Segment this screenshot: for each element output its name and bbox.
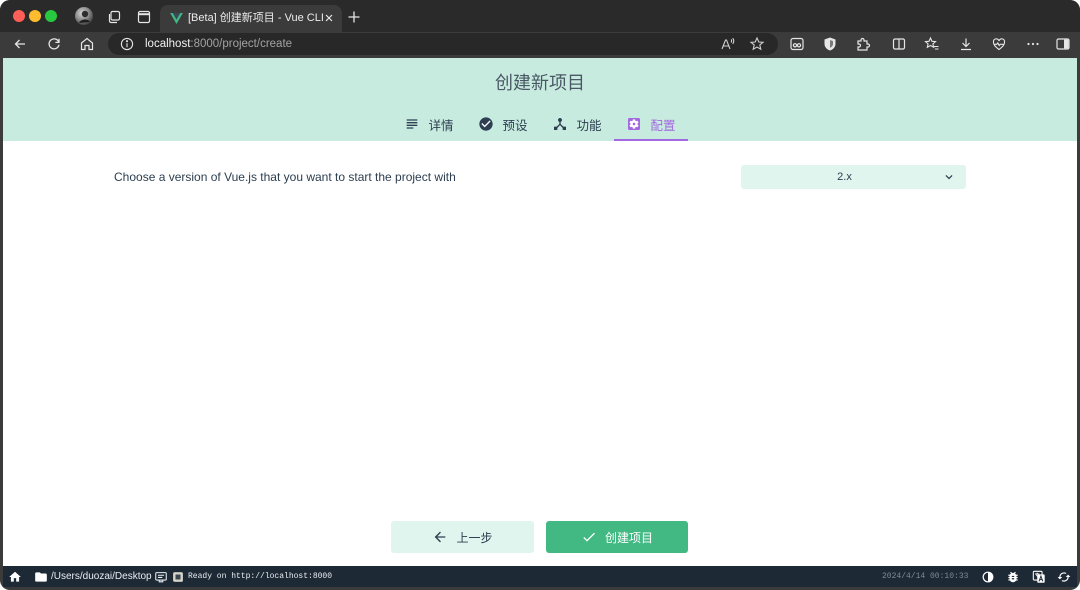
tab-features[interactable]: 功能 xyxy=(540,107,614,141)
bug-report-icon[interactable] xyxy=(1006,570,1020,584)
create-project-label: 创建项目 xyxy=(604,530,653,545)
tab-label-features: 功能 xyxy=(576,118,602,133)
status-timestamp: 2024/4/14 00:10:33 xyxy=(882,572,969,581)
log-type-icon xyxy=(173,571,183,582)
tab-config[interactable]: 配置 xyxy=(614,107,688,141)
chevron-down-icon xyxy=(942,170,956,184)
translate-icon[interactable] xyxy=(1032,570,1046,584)
url-host: localhost xyxy=(145,38,191,50)
favorites-icon[interactable] xyxy=(924,36,940,52)
tab-label-presets: 预设 xyxy=(502,118,528,133)
browser-tab-active[interactable]: [Beta] 创建新项目 - Vue CLI xyxy=(160,5,342,32)
tab-strip: [Beta] 创建新项目 - Vue CLI xyxy=(0,0,1080,32)
split-screen-icon[interactable] xyxy=(891,36,907,52)
previous-step-button[interactable]: 上一步 xyxy=(391,521,534,553)
downloads-icon[interactable] xyxy=(958,36,974,52)
browser-toolbar: localhost:8000/project/create xyxy=(0,32,1080,58)
address-url: localhost:8000/project/create xyxy=(145,33,292,55)
workspaces-icon[interactable] xyxy=(106,9,122,25)
new-tab-plus-icon[interactable] xyxy=(346,9,362,25)
check-icon xyxy=(581,529,597,545)
url-path: :8000/project/create xyxy=(190,38,293,50)
favorite-star-icon[interactable] xyxy=(749,36,765,52)
sidebar-toggle-icon[interactable] xyxy=(1055,36,1071,52)
step-tabs: 详情 预设 功能 配置 xyxy=(3,107,1077,141)
tab-label-config: 配置 xyxy=(650,118,676,133)
create-project-button[interactable]: 创建项目 xyxy=(546,521,688,553)
logs-console-icon[interactable] xyxy=(154,570,168,584)
details-list-icon xyxy=(404,116,420,132)
current-directory[interactable]: /Users/duozai/Desktop xyxy=(51,566,152,587)
status-bar: /Users/duozai/Desktop Ready on http://lo… xyxy=(3,566,1077,587)
performance-heart-icon[interactable] xyxy=(991,36,1007,52)
minimize-window-button[interactable] xyxy=(29,10,41,22)
dark-mode-contrast-icon[interactable] xyxy=(981,570,995,584)
reader-extension-icon[interactable] xyxy=(789,36,805,52)
extensions-puzzle-icon[interactable] xyxy=(855,36,871,52)
site-info-icon[interactable] xyxy=(120,37,134,51)
home-icon[interactable] xyxy=(8,570,22,584)
close-tab-icon[interactable] xyxy=(323,12,335,24)
vue-logo-icon xyxy=(170,13,183,24)
vue-version-select[interactable]: 2.x xyxy=(741,165,966,189)
tab-actions-icon[interactable] xyxy=(136,9,152,25)
check-circle-icon xyxy=(478,116,494,132)
address-bar[interactable]: localhost:8000/project/create xyxy=(108,33,778,55)
device-hub-icon xyxy=(552,116,568,132)
vue-version-selected-value: 2.x xyxy=(837,171,852,183)
page-header: 创建新项目 详情 预设 功能 配置 xyxy=(3,58,1077,141)
folder-icon[interactable] xyxy=(34,570,48,584)
page-title: 创建新项目 xyxy=(495,73,585,93)
tab-presets[interactable]: 预设 xyxy=(466,107,540,141)
read-aloud-icon[interactable] xyxy=(720,36,736,52)
browser-tab-title: [Beta] 创建新项目 - Vue CLI xyxy=(188,12,324,24)
vue-version-question: Choose a version of Vue.js that you want… xyxy=(114,170,456,184)
vue-cli-page: 创建新项目 详情 预设 功能 配置 Choose a version of Vu… xyxy=(3,58,1077,566)
refresh-icon[interactable] xyxy=(46,36,62,52)
zoom-window-button[interactable] xyxy=(45,10,57,22)
back-arrow-icon[interactable] xyxy=(12,36,28,52)
browser-window: [Beta] 创建新项目 - Vue CLI localhost:8000/pr… xyxy=(0,0,1080,590)
profile-avatar[interactable] xyxy=(75,7,93,25)
more-options-icon[interactable] xyxy=(1025,36,1041,52)
home-icon[interactable] xyxy=(79,36,95,52)
shield-extension-icon[interactable] xyxy=(822,36,838,52)
arrow-back-icon xyxy=(432,529,448,545)
tab-details[interactable]: 详情 xyxy=(392,107,466,141)
settings-icon xyxy=(626,116,642,132)
refresh-icon[interactable] xyxy=(1057,570,1071,584)
close-window-button[interactable] xyxy=(13,10,25,22)
last-log-message[interactable]: Ready on http://localhost:8000 xyxy=(188,566,332,587)
tab-label-details: 详情 xyxy=(428,118,454,133)
previous-step-label: 上一步 xyxy=(456,530,493,545)
